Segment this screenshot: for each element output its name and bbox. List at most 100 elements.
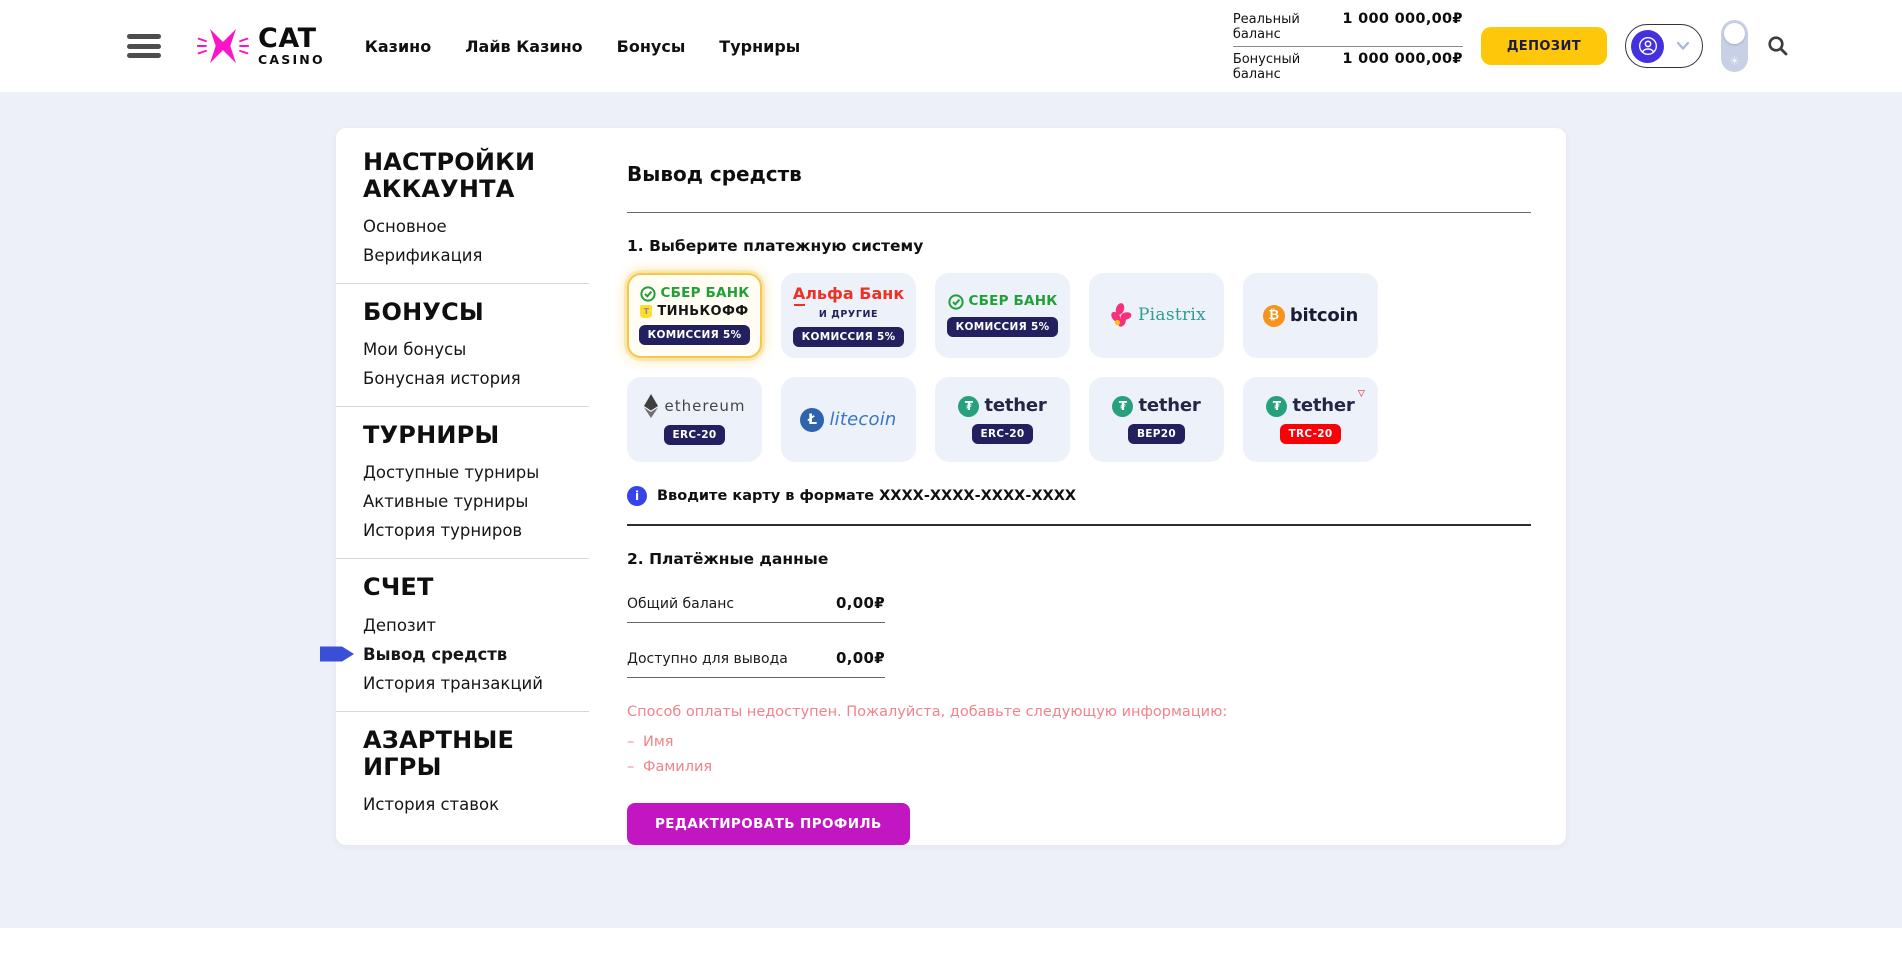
payment-method-litecoin[interactable]: Ł litecoin <box>781 377 916 462</box>
page-title: Вывод средств <box>627 162 1531 186</box>
bonus-balance-row: Бонусный баланс 1 000 000,00₽ <box>1233 47 1463 86</box>
payment-method-sber-tinkoff[interactable]: СБЕР БАНК Т ТИНЬКОФФ КОМИССИЯ 5% <box>627 273 762 358</box>
missing-info-item-surname: Фамилия <box>627 759 1531 775</box>
nav-item-casino[interactable]: Казино <box>365 37 431 56</box>
alfabank-underline <box>794 304 805 307</box>
sidebar-section-title: ТУРНИРЫ <box>363 422 578 449</box>
commission-badge: КОМИССИЯ 5% <box>947 317 1059 337</box>
sidebar-item-verifikaciya[interactable]: Верификация <box>363 241 589 270</box>
nav-item-bonuses[interactable]: Бонусы <box>617 37 686 56</box>
network-badge: ERC-20 <box>972 424 1034 444</box>
available-withdrawal-label: Доступно для вывода <box>627 651 788 667</box>
total-balance-value: 0,00₽ <box>836 594 885 612</box>
payment-method-ethereum[interactable]: ethereum ERC-20 <box>627 377 762 462</box>
sidebar-section-title: НАСТРОЙКИ АККАУНТА <box>363 149 578 203</box>
payment-method-bitcoin[interactable]: ₿ bitcoin <box>1243 273 1378 358</box>
sidebar-section-settings: НАСТРОЙКИ АККАУНТА Основное Верификация <box>336 134 589 284</box>
real-balance-label: Реальный баланс <box>1233 12 1343 42</box>
payment-method-tether-trc20[interactable]: ₮ tether ▽ TRC-20 <box>1243 377 1378 462</box>
ethereum-label: ethereum <box>664 399 745 414</box>
sun-icon: ☀ <box>1721 54 1748 68</box>
missing-info-list: Имя Фамилия <box>627 734 1531 775</box>
payment-method-sberbank[interactable]: СБЕР БАНК КОМИССИЯ 5% <box>935 273 1070 358</box>
search-button[interactable] <box>1766 34 1790 58</box>
payment-method-tether-erc20[interactable]: ₮ tether ERC-20 <box>935 377 1070 462</box>
sidebar-item-depozit[interactable]: Депозит <box>363 611 589 640</box>
nav-item-tournaments[interactable]: Турниры <box>719 37 800 56</box>
sidebar-item-istoriya-tranzakcij[interactable]: История транзакций <box>363 669 589 698</box>
card-format-note: i Вводите карту в формате ХХХХ-ХХХХ-ХХХХ… <box>627 486 1531 506</box>
commission-badge: КОМИССИЯ 5% <box>639 325 751 345</box>
piastrix-flower-icon <box>1107 303 1133 329</box>
card-format-text: Вводите карту в формате ХХХХ-ХХХХ-ХХХХ-Х… <box>657 488 1076 504</box>
sidebar-item-moi-bonusy[interactable]: Мои бонусы <box>363 335 589 364</box>
network-badge: ERC-20 <box>664 425 726 445</box>
network-badge: TRC-20 <box>1280 424 1342 444</box>
tether-label: tether <box>984 397 1046 415</box>
litecoin-icon: Ł <box>800 408 824 432</box>
litecoin-label: litecoin <box>829 411 896 429</box>
payment-method-alfabank[interactable]: Альфа Банк И ДРУГИЕ КОМИССИЯ 5% <box>781 273 916 358</box>
account-sidebar: НАСТРОЙКИ АККАУНТА Основное Верификация … <box>336 128 589 845</box>
divider <box>627 524 1531 526</box>
tether-label: tether ▽ <box>1292 397 1354 415</box>
tether-icon: ₮ <box>958 396 979 417</box>
sidebar-item-osnovnoe[interactable]: Основное <box>363 212 589 241</box>
deposit-button[interactable]: ДЕПОЗИТ <box>1481 27 1607 65</box>
payment-method-piastrix[interactable]: Piastrix <box>1089 273 1224 358</box>
sidebar-item-label: Вывод средств <box>363 645 507 664</box>
step1-label: 1. Выберите платежную систему <box>627 237 1531 255</box>
sidebar-item-aktivnye-turniry[interactable]: Активные турниры <box>363 487 589 516</box>
total-balance-label: Общий баланс <box>627 596 734 612</box>
ethereum-icon <box>643 394 659 418</box>
payment-method-tether-bep20[interactable]: ₮ tether BEP20 <box>1089 377 1224 462</box>
sidebar-item-vyvod-sredstv[interactable]: Вывод средств <box>363 640 589 669</box>
tether-icon: ₮ <box>1112 396 1133 417</box>
sberbank-label: СБЕР БАНК <box>969 295 1058 309</box>
site-logo[interactable]: CAT CASINO <box>197 25 325 67</box>
user-icon <box>1638 36 1658 56</box>
nav-item-live-casino[interactable]: Лайв Казино <box>465 37 582 56</box>
withdrawal-content: Вывод средств 1. Выберите платежную сист… <box>589 128 1566 845</box>
missing-info-item-name: Имя <box>627 734 1531 750</box>
cat-logo-icon <box>197 26 249 66</box>
footer-providers: NETENT RELA GAMING BTG greentube GAMZIX … <box>0 928 1902 954</box>
network-badge: BEP20 <box>1128 424 1185 444</box>
sidebar-item-bonusnaya-istoriya[interactable]: Бонусная история <box>363 364 589 393</box>
sberbank-icon <box>640 286 656 302</box>
logo-title: CAT <box>258 25 325 52</box>
edit-profile-button[interactable]: РЕДАКТИРОВАТЬ ПРОФИЛЬ <box>627 803 910 845</box>
search-icon <box>1766 34 1790 58</box>
header: CAT CASINO Казино Лайв Казино Бонусы Тур… <box>0 0 1902 92</box>
sidebar-item-dostupnye-turniry[interactable]: Доступные турниры <box>363 458 589 487</box>
step2-label: 2. Платёжные данные <box>627 550 1531 568</box>
payment-unavailable-warning: Способ оплаты недоступен. Пожалуйста, до… <box>627 704 1531 720</box>
sidebar-section-title: АЗАРТНЫЕ ИГРЫ <box>363 727 578 781</box>
tron-icon: ▽ <box>1358 390 1365 399</box>
alfabank-label: Альфа Банк <box>793 284 904 303</box>
sidebar-item-istoriya-turnirov[interactable]: История турниров <box>363 516 589 545</box>
balance-panel: Реальный баланс 1 000 000,00₽ Бонусный б… <box>1233 7 1463 86</box>
sidebar-section-bonuses: БОНУСЫ Мои бонусы Бонусная история <box>336 284 589 407</box>
piastrix-label: Piastrix <box>1138 307 1206 324</box>
avatar <box>1631 30 1664 63</box>
divider <box>627 212 1531 213</box>
account-card: НАСТРОЙКИ АККАУНТА Основное Верификация … <box>336 128 1566 845</box>
active-item-marker <box>320 647 354 662</box>
theme-toggle-knob <box>1724 23 1745 44</box>
sidebar-section-account: СЧЕТ Депозит Вывод средств История транз… <box>336 559 589 711</box>
payment-methods-grid: СБЕР БАНК Т ТИНЬКОФФ КОМИССИЯ 5% Альфа Б… <box>627 273 1531 462</box>
main-nav: Казино Лайв Казино Бонусы Турниры <box>365 37 800 56</box>
sidebar-section-title: БОНУСЫ <box>363 299 578 326</box>
available-withdrawal-value: 0,00₽ <box>836 649 885 667</box>
sidebar-item-istoriya-stavok[interactable]: История ставок <box>363 790 589 819</box>
bitcoin-label: bitcoin <box>1290 307 1358 325</box>
chevron-down-icon <box>1676 41 1690 51</box>
hamburger-menu-icon[interactable] <box>127 34 161 58</box>
sberbank-icon <box>948 294 964 310</box>
theme-toggle[interactable]: ☀ <box>1721 20 1748 72</box>
sidebar-section-gambling: АЗАРТНЫЕ ИГРЫ История ставок <box>336 712 589 832</box>
sidebar-section-tournaments: ТУРНИРЫ Доступные турниры Активные турни… <box>336 407 589 559</box>
profile-menu[interactable] <box>1625 24 1703 68</box>
sidebar-section-title: СЧЕТ <box>363 574 578 601</box>
